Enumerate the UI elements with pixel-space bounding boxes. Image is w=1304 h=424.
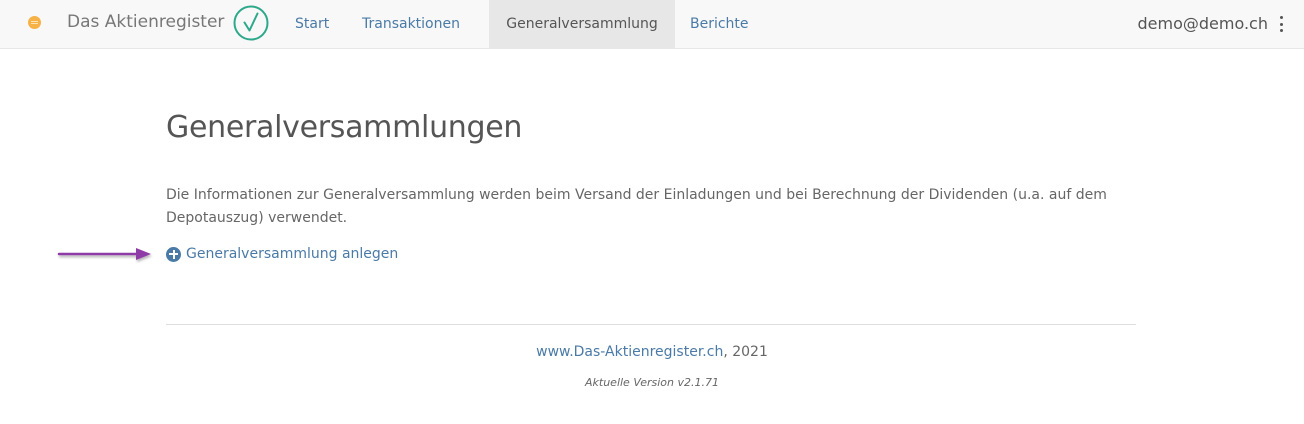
logo-icon[interactable] [20, 13, 48, 32]
add-link-label: Generalversammlung anlegen [186, 246, 399, 262]
user-email[interactable]: demo@demo.ch [1138, 0, 1269, 48]
version-text: Aktuelle Version v2.1.71 [585, 376, 719, 389]
plus-circle-icon [166, 246, 181, 262]
page-title: Generalversammlungen [166, 110, 523, 145]
footer-website-link[interactable]: www.Das-Aktienregister.ch [536, 344, 723, 360]
footer-year: , 2021 [723, 344, 768, 360]
annotation-arrow-icon [57, 248, 151, 260]
kebab-menu-icon[interactable] [1278, 16, 1284, 32]
top-navbar: Das Aktienregister Start Transaktionen G… [0, 0, 1304, 49]
nav-transaktionen[interactable]: Transaktionen [362, 0, 460, 48]
add-generalversammlung-link[interactable]: Generalversammlung anlegen [166, 244, 398, 264]
check-circle-icon [233, 5, 269, 41]
brand-name[interactable]: Das Aktienregister [67, 12, 224, 32]
intro-text: Die Informationen zur Generalversammlung… [166, 187, 1107, 226]
nav-start[interactable]: Start [295, 0, 329, 48]
footer-copyright: www.Das-Aktienregister.ch, 2021 [0, 344, 1304, 360]
footer-divider [166, 324, 1136, 325]
nav-berichte[interactable]: Berichte [690, 0, 749, 48]
nav-generalversammlung[interactable]: Generalversammlung [489, 0, 675, 48]
